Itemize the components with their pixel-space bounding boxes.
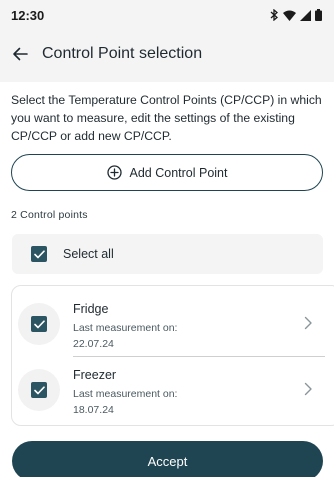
app-bar: Control Point selection — [0, 34, 334, 74]
check-icon — [33, 319, 45, 328]
wifi-icon — [283, 10, 296, 21]
page-title: Control Point selection — [42, 45, 203, 62]
check-icon — [33, 385, 45, 394]
check-icon — [33, 249, 45, 258]
item-last-measurement-label: Last measurement on: — [73, 322, 178, 334]
control-points-list: Fridge Last measurement on: 22.07.24 Fre… — [11, 285, 334, 426]
item-date: 18.07.24 — [73, 404, 114, 416]
bluetooth-icon — [270, 9, 278, 21]
status-bar: 12:30 — [0, 0, 334, 30]
add-control-point-label: Add Control Point — [129, 165, 228, 180]
accept-button[interactable]: Accept — [12, 441, 323, 477]
control-points-count: 2 Control points — [11, 209, 88, 221]
signal-icon — [300, 9, 311, 21]
back-button[interactable] — [0, 34, 40, 74]
accept-label: Accept — [147, 453, 188, 469]
list-divider — [73, 356, 325, 357]
status-icons — [269, 9, 322, 21]
battery-icon — [315, 9, 322, 21]
fridge-checkbox[interactable] — [31, 316, 47, 332]
item-text: Fridge Last measurement on: 22.07.24 — [73, 301, 177, 352]
freezer-checkbox[interactable] — [31, 382, 47, 398]
status-time: 12:30 — [11, 7, 45, 23]
plus-circle-icon — [106, 165, 122, 180]
item-name: Freezer — [73, 368, 117, 382]
item-date: 22.07.24 — [73, 338, 114, 350]
list-item-fridge[interactable]: Fridge Last measurement on: 22.07.24 — [12, 292, 332, 356]
select-all-row[interactable]: Select all — [12, 234, 323, 274]
checkbox-ripple — [18, 303, 60, 345]
add-control-point-button[interactable]: Add Control Point — [11, 154, 323, 191]
chevron-right-icon — [304, 382, 312, 396]
item-name: Fridge — [73, 302, 109, 316]
arrow-left-icon — [13, 47, 28, 61]
select-all-checkbox[interactable] — [31, 246, 47, 262]
checkbox-ripple — [18, 369, 60, 411]
item-text: Freezer Last measurement on: 18.07.24 — [73, 367, 177, 418]
list-item-freezer[interactable]: Freezer Last measurement on: 18.07.24 — [12, 358, 332, 422]
intro-text: Select the Temperature Control Points (C… — [11, 93, 322, 143]
item-last-measurement-label: Last measurement on: — [73, 388, 178, 400]
select-all-label: Select all — [63, 247, 114, 261]
chevron-right-icon — [304, 316, 312, 330]
